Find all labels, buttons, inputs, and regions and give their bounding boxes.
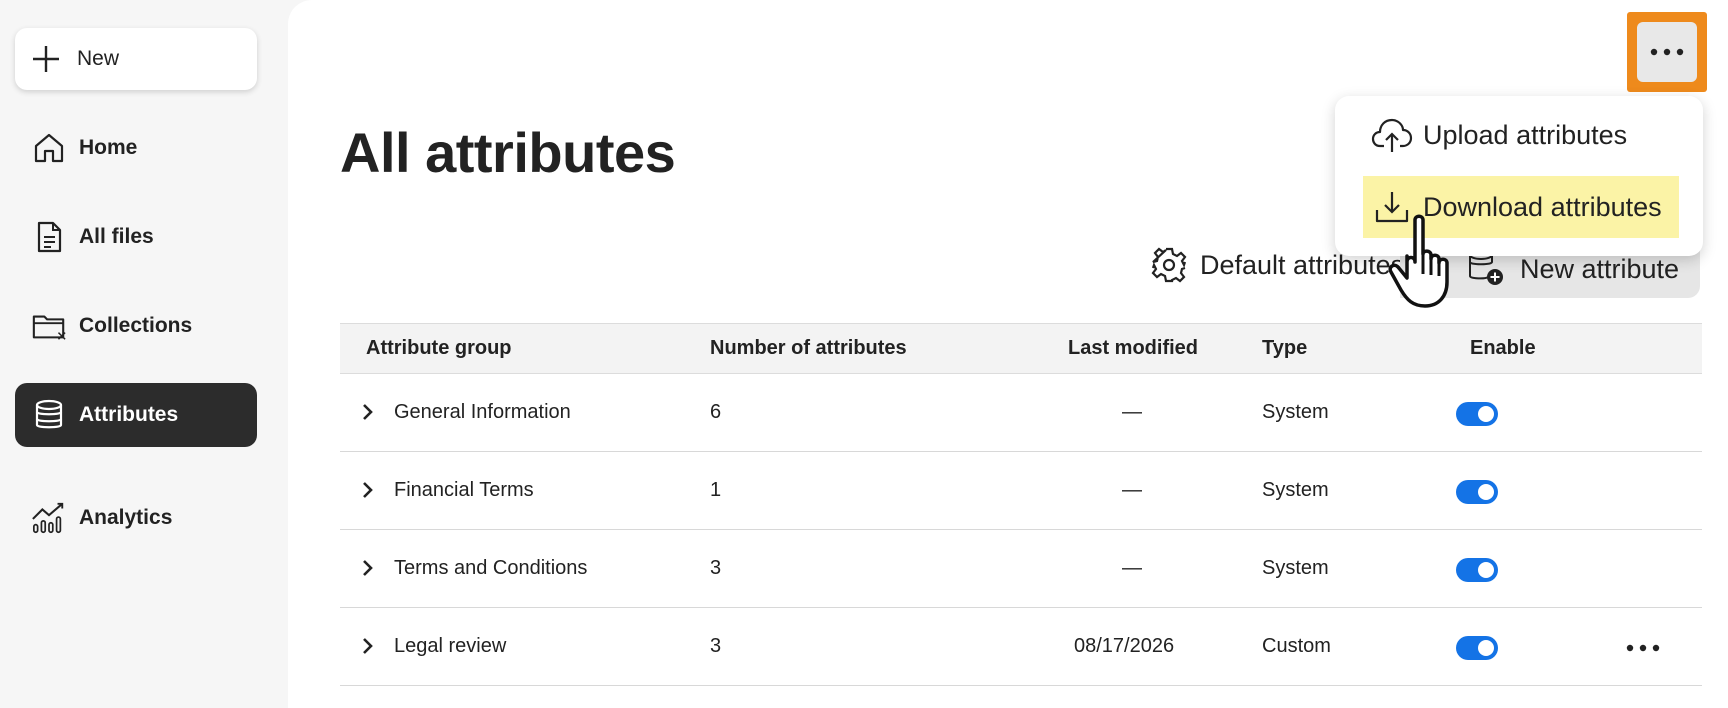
attribute-group-name: Financial Terms	[394, 479, 534, 501]
enable-toggle[interactable]	[1456, 480, 1498, 504]
attribute-count: 3	[710, 635, 722, 657]
menu-item-upload-attributes[interactable]: Upload attributes	[1363, 104, 1679, 166]
more-icon	[1650, 48, 1684, 56]
enable-toggle[interactable]	[1456, 636, 1498, 660]
column-header-type[interactable]: Type	[1262, 337, 1307, 360]
analytics-icon	[31, 500, 67, 536]
sidebar-item-label: Collections	[79, 314, 193, 337]
chevron-right-icon[interactable]	[356, 478, 380, 502]
table-row: General Information 6 — System	[340, 374, 1702, 452]
new-button[interactable]: New	[15, 28, 257, 90]
table-header: Attribute group Number of attributes Las…	[340, 323, 1702, 374]
attribute-group-name: Terms and Conditions	[394, 557, 588, 579]
column-header-last-modified[interactable]: Last modified	[1068, 337, 1198, 360]
page-title: All attributes	[340, 121, 676, 184]
table-row: Terms and Conditions 3 — System	[340, 530, 1702, 608]
sidebar-item-label: All files	[79, 225, 154, 248]
chevron-right-icon[interactable]	[356, 556, 380, 580]
menu-item-download-attributes[interactable]: Download attributes	[1363, 176, 1679, 238]
cloud-upload-icon	[1371, 114, 1413, 156]
row-more-icon[interactable]	[1625, 636, 1661, 660]
more-options-button[interactable]	[1637, 22, 1697, 82]
chevron-right-icon[interactable]	[356, 400, 380, 424]
attribute-type: Custom	[1262, 635, 1331, 657]
attribute-group-name: General Information	[394, 401, 571, 423]
more-options-menu: Upload attributes Download attributes	[1335, 96, 1703, 256]
new-attribute-label: New attribute	[1520, 253, 1680, 284]
sidebar-item-all-files[interactable]: All files	[15, 205, 257, 269]
sidebar: New Home All files Collections Attribute…	[0, 0, 288, 708]
last-modified: 08/17/2026	[1074, 635, 1175, 657]
last-modified: —	[1122, 557, 1142, 579]
attribute-count: 6	[710, 401, 722, 423]
sidebar-item-label: Attributes	[79, 403, 179, 426]
enable-toggle[interactable]	[1456, 402, 1498, 426]
last-modified: —	[1122, 401, 1142, 423]
attribute-type: System	[1262, 557, 1329, 579]
attribute-type: System	[1262, 479, 1329, 501]
download-icon	[1371, 186, 1413, 228]
menu-item-label: Download attributes	[1423, 191, 1662, 222]
home-icon	[31, 130, 67, 166]
last-modified: —	[1122, 479, 1142, 501]
attribute-count: 3	[710, 557, 722, 579]
table-row: Financial Terms 1 — System	[340, 452, 1702, 530]
attribute-group-name: Legal review	[394, 635, 507, 657]
enable-toggle[interactable]	[1456, 558, 1498, 582]
chevron-right-icon[interactable]	[356, 634, 380, 658]
attribute-count: 1	[710, 479, 722, 501]
new-button-label: New	[77, 47, 120, 70]
sidebar-item-label: Home	[79, 136, 138, 159]
sidebar-item-attributes[interactable]: Attributes	[15, 383, 257, 447]
table-row: Legal review 3 08/17/2026 Custom	[340, 608, 1702, 686]
sidebar-item-analytics[interactable]: Analytics	[15, 486, 257, 550]
column-header-attribute-group[interactable]: Attribute group	[366, 337, 512, 360]
gear-icon	[1151, 247, 1187, 283]
file-icon	[31, 219, 67, 255]
attribute-type: System	[1262, 401, 1329, 423]
column-header-number-of-attributes[interactable]: Number of attributes	[710, 337, 907, 360]
menu-item-label: Upload attributes	[1423, 119, 1628, 150]
sidebar-item-collections[interactable]: Collections	[15, 294, 257, 358]
plus-icon	[33, 46, 59, 72]
column-header-enable[interactable]: Enable	[1470, 337, 1536, 360]
sidebar-item-label: Analytics	[79, 506, 173, 529]
attributes-table: Attribute group Number of attributes Las…	[340, 323, 1702, 686]
sidebar-item-home[interactable]: Home	[15, 116, 257, 180]
folder-icon	[31, 308, 67, 344]
database-icon	[31, 397, 67, 433]
